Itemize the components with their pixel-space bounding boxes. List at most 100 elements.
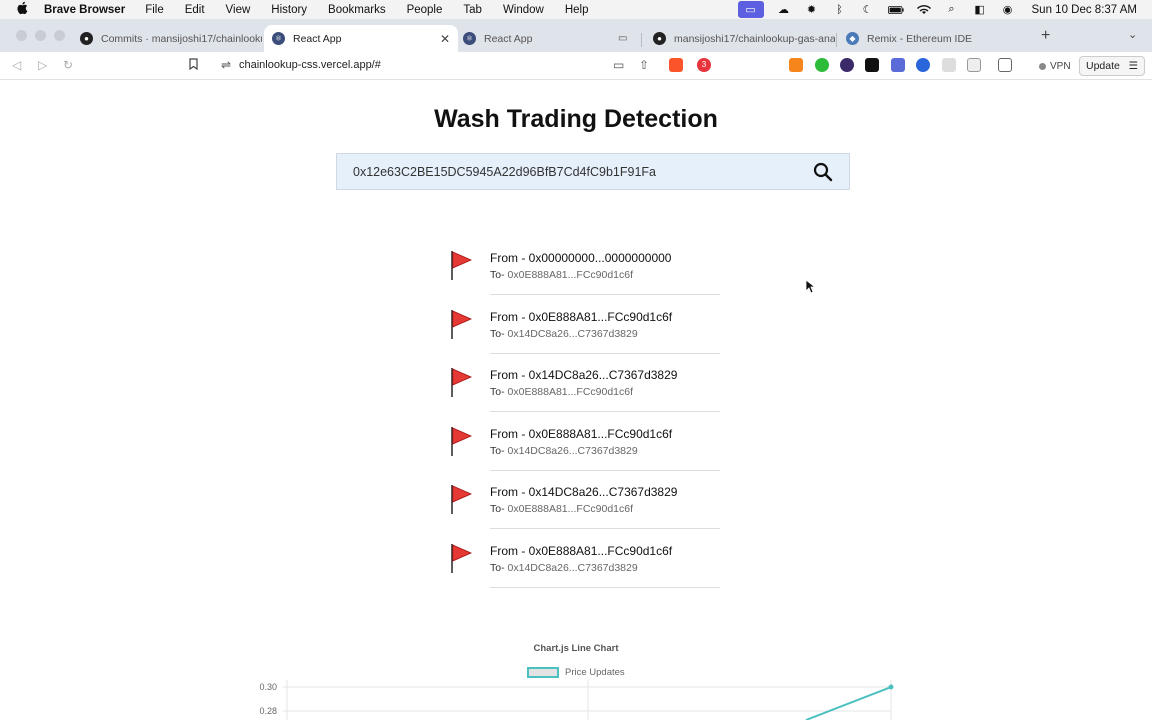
tab-title: React App bbox=[293, 32, 342, 45]
transaction-from: From - 0x00000000...0000000000 bbox=[490, 251, 671, 265]
apple-menu-icon[interactable] bbox=[16, 1, 30, 18]
maximize-window-button[interactable] bbox=[54, 30, 65, 41]
address-bar[interactable]: chainlookup-css.vercel.app/# bbox=[239, 59, 381, 71]
divider bbox=[490, 352, 720, 354]
transaction-item: From - 0x0E888A81...FCc90d1c6f To- 0x14DC… bbox=[449, 307, 721, 366]
tab-github-gas[interactable]: ● mansijoshi17/chainlookup-gas-anal bbox=[645, 25, 835, 52]
menu-edit[interactable]: Edit bbox=[185, 4, 205, 16]
new-tab-button[interactable]: + bbox=[1041, 27, 1050, 45]
data-point[interactable] bbox=[888, 684, 894, 690]
battery-icon[interactable] bbox=[887, 3, 904, 16]
menu-tab[interactable]: Tab bbox=[463, 4, 482, 16]
screen-record-icon[interactable]: ▭ bbox=[737, 1, 764, 18]
extension-blue-icon[interactable] bbox=[891, 58, 905, 72]
transaction-list: From - 0x00000000...0000000000 To- 0x0E88… bbox=[449, 248, 721, 599]
site-settings-icon[interactable]: ⇌ bbox=[221, 58, 231, 72]
search-icon[interactable] bbox=[813, 162, 833, 182]
wifi-icon[interactable] bbox=[916, 3, 932, 16]
tab-react-app-active[interactable]: ⚛ React App ✕ bbox=[264, 25, 458, 52]
remix-icon: ◆ bbox=[846, 32, 859, 45]
vpn-label: VPN bbox=[1050, 60, 1071, 72]
minimize-window-button[interactable] bbox=[35, 30, 46, 41]
control-center-icon[interactable]: ◧ bbox=[972, 3, 988, 16]
transaction-item: From - 0x14DC8a26...C7367d3829 To- 0x0E88… bbox=[449, 482, 721, 541]
from-address: 0x0E888A81...FCc90d1c6f bbox=[528, 426, 673, 441]
from-address: 0x0E888A81...FCc90d1c6f bbox=[528, 309, 673, 324]
siri-icon[interactable]: ◉ bbox=[1000, 3, 1016, 16]
transaction-from: From - 0x14DC8a26...C7367d3829 bbox=[490, 368, 677, 382]
metamask-icon[interactable] bbox=[789, 58, 803, 72]
menu-help[interactable]: Help bbox=[565, 4, 589, 16]
moon-icon[interactable]: ☾ bbox=[860, 3, 876, 16]
legend-label: Price Updates bbox=[565, 667, 625, 678]
divider bbox=[490, 469, 720, 471]
update-label: Update bbox=[1086, 60, 1120, 72]
forward-icon[interactable]: ▷ bbox=[38, 58, 47, 72]
mouse-cursor-icon bbox=[805, 279, 815, 294]
menu-history[interactable]: History bbox=[271, 4, 307, 16]
bluetooth-icon[interactable]: ᛒ bbox=[832, 3, 848, 16]
wallet-icon[interactable] bbox=[998, 58, 1012, 72]
tab-search-chevron-icon[interactable]: ⌄ bbox=[1128, 28, 1137, 41]
share-icon[interactable]: ⇧ bbox=[639, 58, 649, 72]
transaction-to: To- 0x14DC8a26...C7367d3829 bbox=[490, 562, 638, 574]
tab-title: Remix - Ethereum IDE bbox=[867, 32, 973, 45]
extension-black-icon[interactable] bbox=[865, 58, 879, 72]
extension-dark-icon[interactable] bbox=[840, 58, 854, 72]
divider bbox=[490, 528, 720, 529]
divider bbox=[490, 294, 720, 295]
extension-green-icon[interactable] bbox=[815, 58, 829, 72]
extension-circle-icon[interactable] bbox=[916, 58, 930, 72]
tab-remix[interactable]: ◆ Remix - Ethereum IDE bbox=[838, 25, 1028, 52]
update-button[interactable]: Update ☰ bbox=[1079, 56, 1145, 76]
from-address: 0x14DC8a26...C7367d3829 bbox=[528, 485, 678, 499]
sidebar-icon[interactable] bbox=[967, 58, 981, 72]
divider bbox=[490, 586, 720, 588]
line-chart: 0.30 0.28 bbox=[259, 680, 894, 720]
from-label: From - bbox=[490, 426, 529, 441]
clock[interactable]: Sun 10 Dec 8:37 AM bbox=[1032, 4, 1137, 16]
extensions-puzzle-icon[interactable] bbox=[942, 58, 956, 72]
close-tab-icon[interactable]: ✕ bbox=[440, 32, 450, 46]
react-icon: ⚛ bbox=[463, 32, 476, 45]
address-search-input[interactable]: 0x12e63C2BE15DC5945A22d96BfB7Cd4fC9b1F91… bbox=[336, 153, 850, 190]
search-icon[interactable]: ⌕ bbox=[944, 3, 960, 16]
tab-cast-icon[interactable]: ▭ bbox=[618, 33, 627, 44]
bookmark-icon[interactable] bbox=[189, 58, 198, 73]
tab-title: mansijoshi17/chainlookup-gas-anal bbox=[674, 32, 835, 45]
from-label: From - bbox=[490, 485, 529, 499]
vpn-button[interactable]: VPN bbox=[1033, 56, 1077, 76]
tab-react-app[interactable]: ⚛ React App bbox=[455, 25, 640, 52]
transaction-item: From - 0x14DC8a26...C7367d3829 To- 0x0E88… bbox=[449, 365, 721, 424]
brave-rewards-icon[interactable]: 3 bbox=[697, 58, 711, 72]
transaction-item: From - 0x0E888A81...FCc90d1c6f To- 0x14DC… bbox=[449, 541, 721, 600]
vpn-status-icon bbox=[1039, 62, 1046, 70]
menu-view[interactable]: View bbox=[226, 4, 251, 16]
tab-commits[interactable]: ● Commits · mansijoshi17/chainlookup bbox=[72, 25, 262, 52]
reload-icon[interactable]: ↻ bbox=[63, 58, 73, 72]
brightness-icon[interactable]: ✹ bbox=[804, 3, 820, 16]
y-tick-label: 0.28 bbox=[259, 706, 277, 716]
from-label: From - bbox=[490, 368, 529, 382]
tab-title: React App bbox=[484, 32, 533, 45]
menu-file[interactable]: File bbox=[145, 4, 164, 16]
menu-bookmarks[interactable]: Bookmarks bbox=[328, 4, 386, 16]
chart-legend[interactable]: Price Updates bbox=[527, 667, 625, 678]
brave-shields-icon[interactable] bbox=[669, 58, 683, 72]
tab-separator bbox=[641, 33, 642, 47]
app-name[interactable]: Brave Browser bbox=[44, 4, 125, 16]
to-address: 0x0E888A81...FCc90d1c6f bbox=[507, 269, 634, 281]
to-label: To- bbox=[490, 561, 508, 574]
transaction-from: From - 0x0E888A81...FCc90d1c6f bbox=[490, 544, 672, 558]
hamburger-menu-icon[interactable]: ☰ bbox=[1129, 60, 1138, 72]
menu-window[interactable]: Window bbox=[503, 4, 544, 16]
transaction-to: To- 0x0E888A81...FCc90d1c6f bbox=[490, 503, 633, 515]
menu-people[interactable]: People bbox=[407, 4, 443, 16]
tab-title: Commits · mansijoshi17/chainlookup bbox=[101, 32, 262, 45]
react-icon: ⚛ bbox=[272, 32, 285, 45]
cast-icon[interactable]: ▭ bbox=[613, 58, 624, 72]
back-icon[interactable]: ◁ bbox=[12, 58, 21, 72]
close-window-button[interactable] bbox=[16, 30, 27, 41]
tab-strip: ● Commits · mansijoshi17/chainlookup ⚛ R… bbox=[0, 19, 1152, 52]
cloud-icon[interactable]: ☁ bbox=[776, 3, 792, 16]
